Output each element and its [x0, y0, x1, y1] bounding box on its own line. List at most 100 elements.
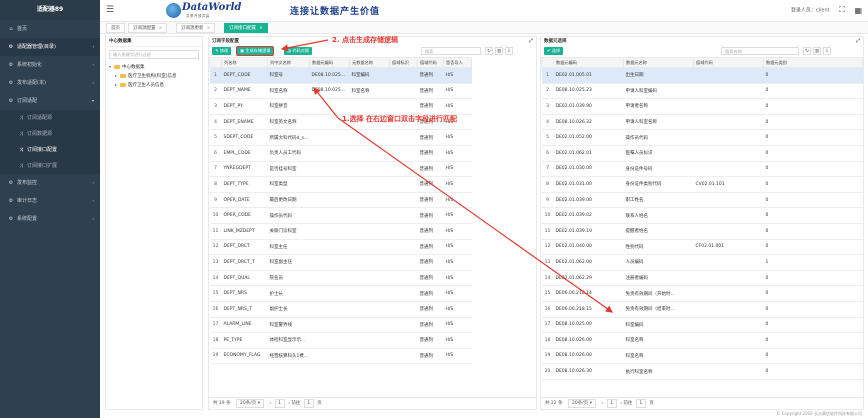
- table-row[interactable]: 1 DE02.01.005.01 出生日期 0: [541, 67, 863, 84]
- goto-page-input[interactable]: 1: [303, 399, 314, 408]
- sidebar-item[interactable]: ⚙ 发布监控 ‹: [0, 174, 100, 192]
- table-row[interactable]: 9 DE02.01.039.00 职工姓名 0: [541, 192, 863, 209]
- table-row[interactable]: 6 EMPL_CODE 负责人员工代码 普通列 H/S: [209, 145, 537, 162]
- table-row[interactable]: 5 DE02.01.052.00 操作员代码 0: [541, 129, 863, 146]
- column-header[interactable]: 值域代码: [693, 57, 764, 68]
- table-row[interactable]: 18 DE08.10.026.00 科室名称 0: [541, 332, 863, 349]
- table-row[interactable]: 17 ALARM_LINE 科室警界线 普通列 H/S: [209, 317, 537, 334]
- qrcode-icon[interactable]: ▦: [854, 6, 862, 15]
- table-row[interactable]: 12 DEPT_DRCT 科室主任 普通列 H/S: [209, 239, 537, 256]
- columns-icon[interactable]: ▥: [813, 47, 821, 55]
- sidebar-item[interactable]: ⚙ 发布适配(本) ‹: [0, 74, 100, 92]
- expand-icon[interactable]: ⤢: [529, 37, 533, 46]
- select-button[interactable]: ✔ 选择: [544, 47, 564, 55]
- table-row[interactable]: 12 DE02.01.040.00 性别代码 CF02.01.001 0: [541, 239, 863, 256]
- edit-button[interactable]: ✎ 修改: [212, 47, 232, 55]
- table-row[interactable]: 2 DEPT_NAME 科室名称 DE08.10.025... 科室名称 普通列 H/S: [209, 83, 537, 100]
- table-row[interactable]: 3 DE02.01.039.90 申请者名称 0: [541, 98, 863, 115]
- fullscreen-icon[interactable]: ⛶: [839, 5, 845, 15]
- table-row[interactable]: 14 DEPT_QUAL 院名员 普通列 H/S: [209, 270, 537, 287]
- sidebar-subitem[interactable]: ⤨ 订阅接口配置: [0, 142, 100, 158]
- tab-subscribe-interface-config[interactable]: 订阅接口配置 ×: [224, 23, 268, 33]
- tree-child-node[interactable]: ▸ 医疗卫生人员信息: [106, 80, 202, 89]
- column-header[interactable]: 是否导入: [443, 57, 472, 68]
- table-row[interactable]: 6 DE02.01.062.01 医嘱人员标识 0: [541, 145, 863, 162]
- export-icon[interactable]: ⇩: [505, 47, 513, 55]
- tab-home[interactable]: 首页: [106, 23, 125, 33]
- user-label[interactable]: 登录人员：client: [791, 8, 830, 14]
- column-header[interactable]: [541, 57, 554, 68]
- column-header[interactable]: 列中文名称: [267, 57, 310, 68]
- sidebar-subitem[interactable]: ⤨ 订阅适配源: [0, 110, 100, 126]
- table-row[interactable]: 15 DE06.00.218.14 免责有效期间（开始时... 0: [541, 285, 863, 302]
- table-row[interactable]: 16 DEPT_NRS_T 副护士长 普通列 H/S: [209, 301, 537, 318]
- table-row[interactable]: 19 ECONOMY_FLAG 经营核算科头1费... 普通列 H/S: [209, 348, 537, 365]
- expand-icon[interactable]: ⤢: [856, 37, 860, 46]
- table-row[interactable]: 13 DEPT_DRCT_T 科室副主任 普通列 H/S: [209, 254, 537, 271]
- table-row[interactable]: 17 DE08.10.025.00 科室编码 0: [541, 317, 863, 334]
- goto-page-input[interactable]: 1: [635, 399, 646, 408]
- refresh-icon[interactable]: ↻: [803, 47, 811, 55]
- close-icon[interactable]: ×: [207, 26, 211, 31]
- table-row[interactable]: 19 DE08.10.026.00 科室名称 0: [541, 348, 863, 365]
- column-header[interactable]: 数据元编码: [553, 57, 624, 68]
- tab-subscribe-source-config[interactable]: 订阅源配置 ×: [128, 23, 168, 33]
- generate-storage-logic-button[interactable]: ▣ 生成存储逻辑: [237, 47, 274, 55]
- table-row[interactable]: 11 LINK_MZDEPT 关联门诊科室 普通列 H/S: [209, 223, 537, 240]
- code-mapping-button[interactable]: ▤ 代码对照: [284, 47, 313, 55]
- tree-search-input[interactable]: 输入关键字进行过滤: [109, 50, 199, 59]
- menu-toggle-icon[interactable]: ☰: [106, 5, 114, 15]
- table-row[interactable]: 2 DE08.10.025.23 申请人科室编码 0: [541, 83, 863, 100]
- sidebar-item[interactable]: ⚙ 系统配置 ‹: [0, 210, 100, 228]
- sidebar-item[interactable]: ⚙ 订阅适配 ▾: [0, 92, 100, 110]
- page-number[interactable]: 1: [274, 399, 285, 408]
- prev-page-icon[interactable]: ‹: [269, 401, 271, 406]
- table-row[interactable]: 8 DEPT_TYPE 科室类型 普通列 H/S: [209, 176, 537, 193]
- table-row[interactable]: 11 DE02.01.039.19 提醒者姓名 0: [541, 223, 863, 240]
- column-header[interactable]: 元数据名称: [349, 57, 390, 68]
- tab-subscribe-source-update[interactable]: 订阅源更新 ×: [176, 23, 216, 33]
- sidebar-subitem[interactable]: ⤨ 订阅接口扩展: [0, 158, 100, 174]
- table-row[interactable]: 8 DE02.01.031.00 身份证件类别代码 CV02.01.101 0: [541, 176, 863, 193]
- column-header[interactable]: 数据元类别: [763, 57, 863, 68]
- page-number[interactable]: 1: [606, 399, 617, 408]
- table-row[interactable]: 5 SDEPT_CODE 所属大科代码d_s... 普通列 H/S: [209, 129, 537, 146]
- sidebar-item[interactable]: ⚙ 审计日志 ‹: [0, 192, 100, 210]
- columns-icon[interactable]: ▥: [495, 47, 503, 55]
- column-header[interactable]: 数据元名称: [623, 57, 694, 68]
- table-row[interactable]: 14 DE02.01.062.29 注册者编码 0: [541, 270, 863, 287]
- refresh-icon[interactable]: ↻: [485, 47, 493, 55]
- close-icon[interactable]: ×: [159, 26, 163, 31]
- table-row[interactable]: 7 YNREGDEPT 是否挂号科室 普通列 H/S: [209, 161, 537, 178]
- element-search-input[interactable]: 搜索名称: [721, 47, 799, 55]
- prev-page-icon[interactable]: ‹: [601, 401, 603, 406]
- sidebar-subitem[interactable]: ⤨ 订阅数据源: [0, 126, 100, 142]
- table-row[interactable]: 10 DE02.01.039.02 联系人姓名 0: [541, 207, 863, 224]
- column-header[interactable]: 数据元编码: [309, 57, 350, 68]
- table-row[interactable]: 1 DEPT_CODE 科室号 DE08.10.025... 科室编码 普通列 H/S: [209, 67, 537, 84]
- table-row[interactable]: 9 OPER_DATE 最后更改日期 普通列 H/S: [209, 192, 537, 209]
- table-row[interactable]: 4 DE08.10.026.32 申请人科室名称 0: [541, 114, 863, 131]
- sidebar-item[interactable]: ⌂ 首页: [0, 20, 100, 38]
- page-size-select[interactable]: 20条/页 ▾: [568, 399, 596, 408]
- column-header[interactable]: [209, 57, 222, 68]
- tree-root-node[interactable]: ▾ 中心数据集: [106, 62, 202, 71]
- sidebar-item[interactable]: ⚙ 适配器管理(目录) ‹: [0, 38, 100, 56]
- page-size-select[interactable]: 20条/页 ▾: [236, 399, 264, 408]
- field-search-input[interactable]: 搜索: [421, 47, 481, 55]
- table-row[interactable]: 13 DE02.01.062.00 人员编码 1: [541, 254, 863, 271]
- sidebar-item[interactable]: ⚙ 系统初始化 ‹: [0, 56, 100, 74]
- close-icon[interactable]: ×: [259, 26, 263, 31]
- table-row[interactable]: 3 DEPT_PY 科室拼音 普通列 H/S: [209, 98, 537, 115]
- table-row[interactable]: 20 DE08.10.026.30 执行科室名称 0: [541, 363, 863, 380]
- table-row[interactable]: 10 OPER_CODE 操作员代码 普通列 H/S: [209, 207, 537, 224]
- table-row[interactable]: 7 DE02.01.030.00 身份证件号码 0: [541, 161, 863, 178]
- column-header[interactable]: 列名称: [221, 57, 268, 68]
- table-row[interactable]: 18 PE_TYPE 体检科室显示示... 普通列 H/S: [209, 332, 537, 349]
- export-icon[interactable]: ⇩: [823, 47, 831, 55]
- column-header[interactable]: 值域标识: [389, 57, 418, 68]
- column-header[interactable]: 值域代码: [417, 57, 444, 68]
- table-row[interactable]: 16 DE06.00.218.15 免责有效期间（结束时... 0: [541, 301, 863, 318]
- next-page-icon[interactable]: ›: [288, 401, 290, 406]
- next-page-icon[interactable]: ›: [620, 401, 622, 406]
